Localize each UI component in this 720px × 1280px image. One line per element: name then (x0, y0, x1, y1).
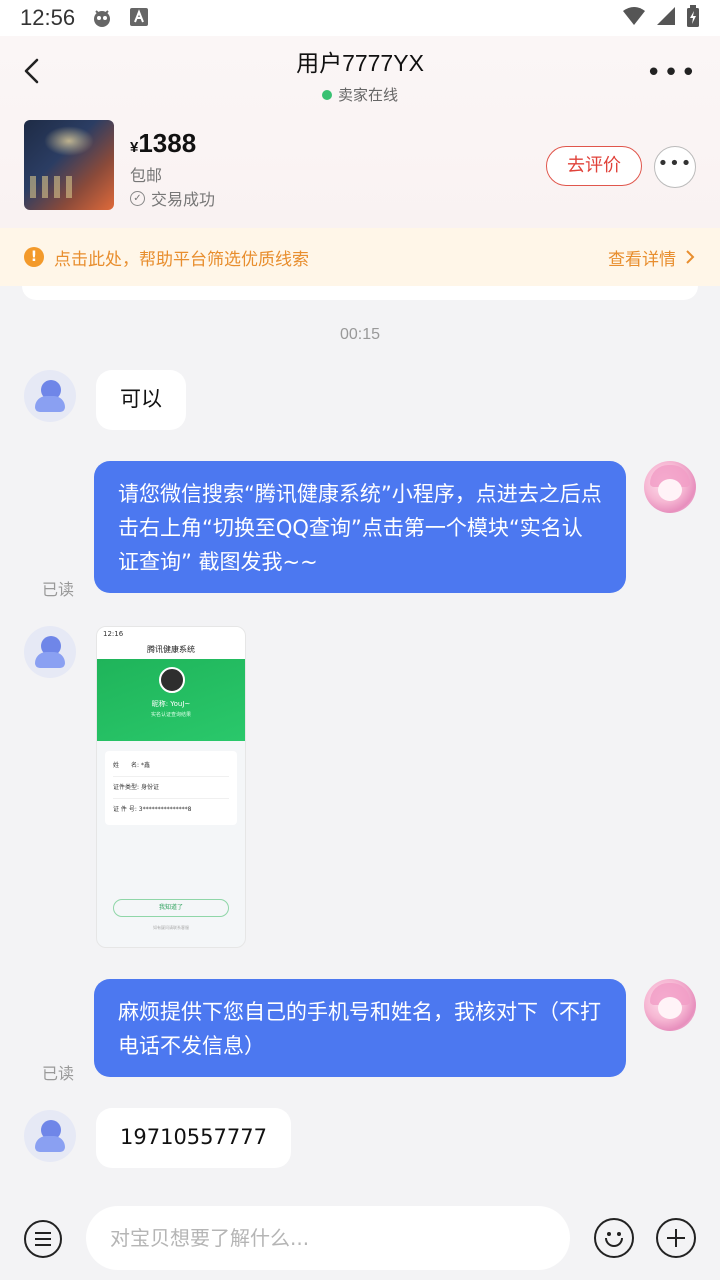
notice-bar[interactable]: ! 点击此处，帮助平台筛选优质线索 查看详情 (0, 228, 720, 286)
chevron-right-icon (686, 250, 695, 264)
warning-icon: ! (24, 247, 44, 267)
screenshot-nickname: 昵称: YouJ~ (151, 700, 191, 708)
screenshot-profile-banner: 昵称: YouJ~ 实名认证查询结果 (97, 659, 245, 741)
buyer-avatar[interactable] (24, 626, 76, 678)
title-block: 用户7777YX 卖家在线 (0, 44, 720, 105)
online-dot-icon (321, 89, 332, 100)
trade-status: ✓ 交易成功 (130, 186, 215, 210)
product-card[interactable]: ¥1388 包邮 ✓ 交易成功 去评价 ••• (24, 120, 696, 212)
screenshot-title: 腾讯健康系统 (97, 641, 245, 659)
wifi-icon (622, 6, 646, 31)
page-title: 用户7777YX (296, 50, 424, 76)
online-status: 卖家在线 (321, 84, 398, 105)
input-bar (0, 1194, 720, 1280)
shipping-label: 包邮 (130, 166, 163, 185)
buyer-avatar[interactable] (24, 1110, 76, 1162)
signal-icon (656, 6, 676, 31)
notice-text: 点击此处，帮助平台筛选优质线索 (54, 249, 309, 270)
message-timestamp: 00:15 (339, 326, 381, 343)
buyer-avatar[interactable] (24, 370, 76, 422)
read-receipt: 已读 (42, 580, 75, 599)
notice-detail-label: 查看详情 (608, 249, 676, 270)
menu-button[interactable] (24, 1220, 62, 1258)
message-bubble-outgoing[interactable]: 麻烦提供下您自己的手机号和姓名，我核对下（不打电话不发信息） (94, 979, 626, 1077)
read-receipt: 已读 (42, 1064, 75, 1083)
battery-icon (686, 4, 700, 32)
product-more-button[interactable]: ••• (654, 146, 696, 188)
screenshot-button: 我知道了 (113, 899, 229, 917)
product-thumbnail[interactable] (24, 120, 114, 210)
notice-detail-link[interactable]: 查看详情 (608, 245, 696, 270)
add-attachment-button[interactable] (656, 1218, 696, 1258)
message-bubble-incoming[interactable]: 可以 (96, 370, 186, 430)
price-value: 1388 (138, 128, 197, 158)
message-bubble-incoming[interactable]: 19710557777 (96, 1108, 291, 1168)
screenshot-info-card: 姓 名: *鑫 证件类型: 身份证 证 件 号: 3**************… (105, 751, 237, 825)
online-text: 卖家在线 (337, 86, 398, 104)
keyboard-app-icon (129, 7, 151, 29)
chat-area[interactable]: 00:15 可以 请您微信搜索“腾讯健康系统”小程序，点进去之后点击右上角“切换… (0, 286, 720, 1194)
app-notification-icon (91, 7, 113, 29)
emoji-button[interactable] (594, 1218, 634, 1258)
rate-button[interactable]: 去评价 (546, 146, 642, 186)
seller-avatar[interactable] (644, 461, 696, 513)
screenshot-avatar (159, 667, 185, 693)
status-bar: 12:56 (0, 0, 720, 36)
trade-status-text: 交易成功 (151, 190, 216, 209)
status-time: 12:56 (20, 5, 76, 30)
screenshot-row: 证件类型: 身份证 (113, 777, 229, 799)
more-options-button[interactable]: ••• (646, 58, 698, 88)
product-price: ¥1388 (130, 128, 196, 159)
check-circle-icon: ✓ (130, 190, 145, 206)
message-input[interactable] (86, 1206, 570, 1270)
screenshot-status-time: 12:16 (97, 627, 245, 641)
screenshot-footer: 如有疑问请联系客服 (153, 925, 189, 930)
screenshot-desc: 实名认证查询结果 (150, 712, 191, 718)
screenshot-row: 姓 名: *鑫 (113, 755, 229, 777)
image-message[interactable]: 12:16 腾讯健康系统 昵称: YouJ~ 实名认证查询结果 姓 名: *鑫 … (96, 626, 246, 948)
screenshot-row: 证 件 号: 3***************8 (113, 806, 192, 813)
message-bubble-outgoing[interactable]: 请您微信搜索“腾讯健康系统”小程序，点进去之后点击右上角“切换至QQ查询”点击第… (94, 461, 626, 593)
seller-avatar[interactable] (644, 979, 696, 1031)
previous-card-edge (22, 286, 698, 300)
chat-header: 用户7777YX 卖家在线 ••• ¥1388 包邮 ✓ 交易成功 去评价 ••… (0, 36, 720, 228)
